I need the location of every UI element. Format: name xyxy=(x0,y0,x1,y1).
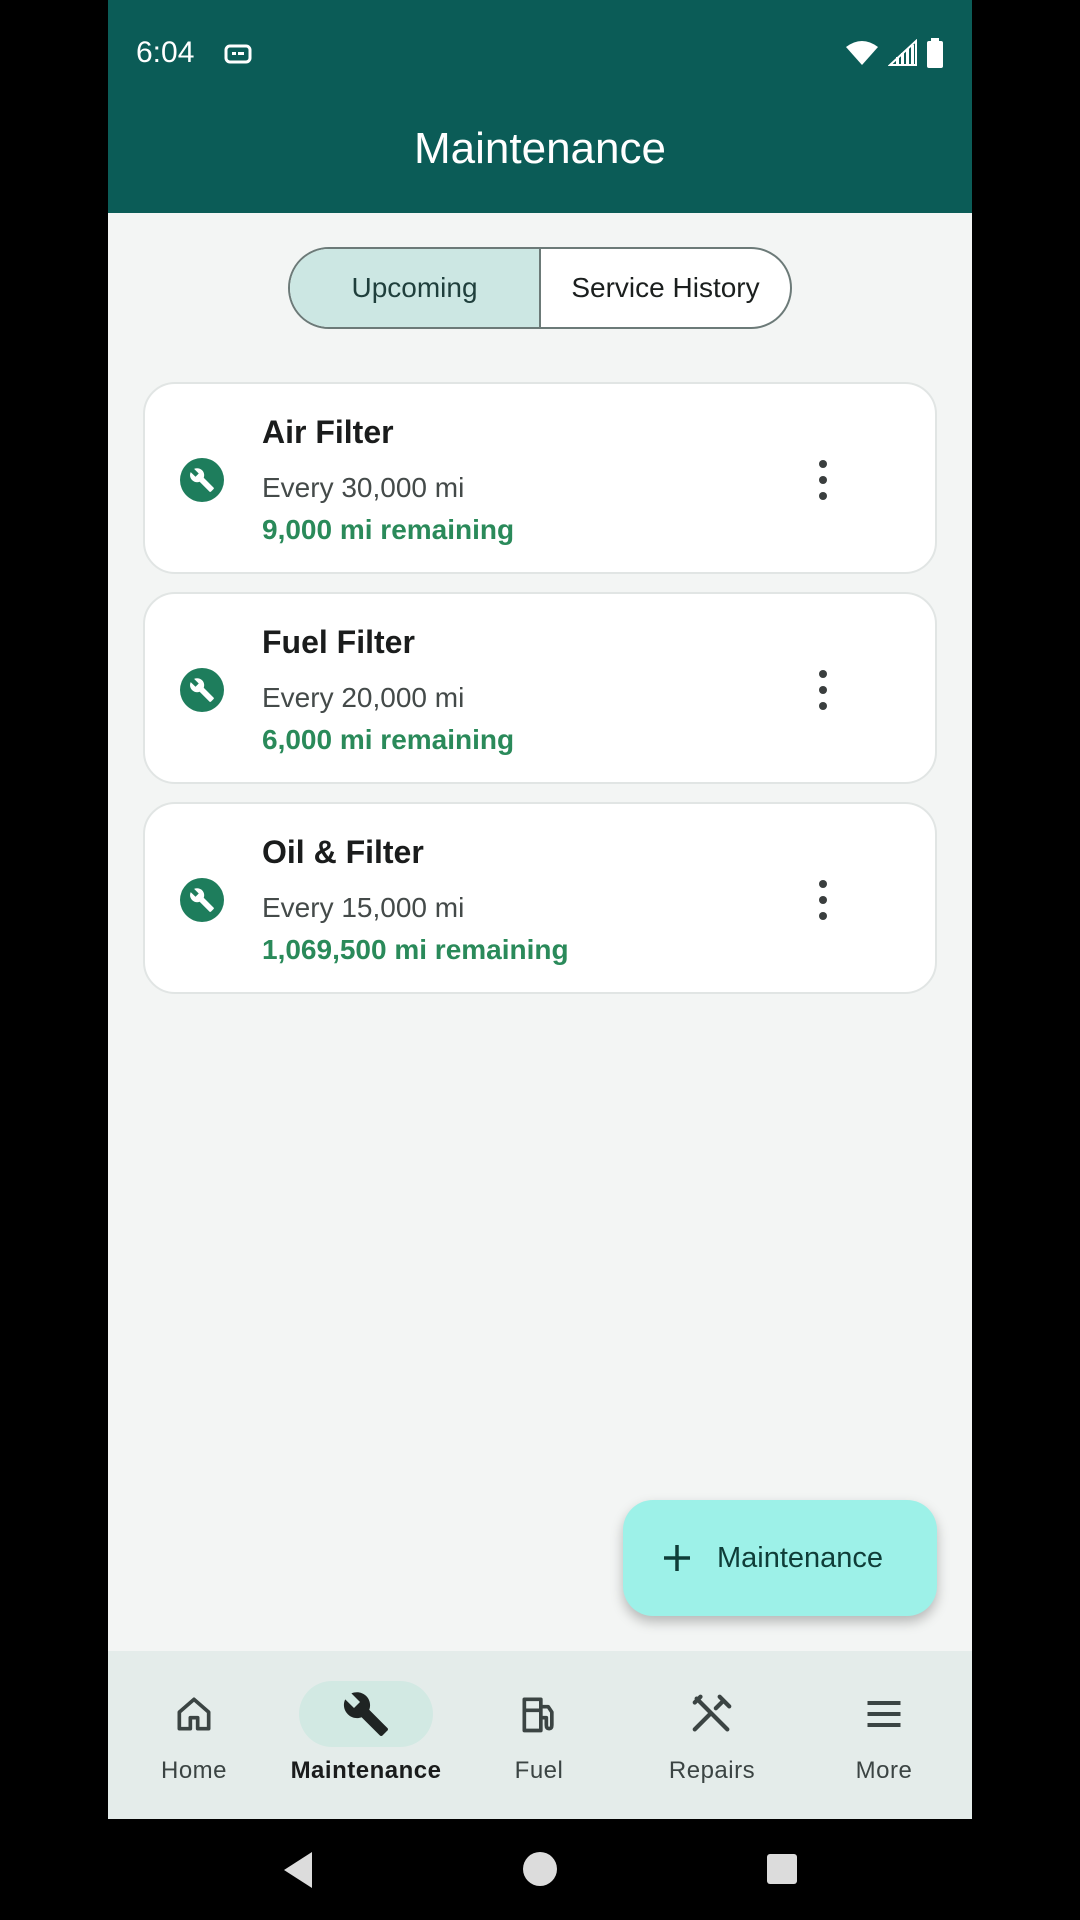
more-vert-icon[interactable] xyxy=(817,880,829,920)
recents-icon[interactable] xyxy=(766,1853,798,1885)
add-maintenance-fab[interactable]: Maintenance xyxy=(623,1500,937,1616)
bottom-navigation: Home Maintenance Fuel Repairs More xyxy=(108,1651,972,1819)
view-segmented-control: Upcoming Service History xyxy=(288,247,792,329)
signal-icon xyxy=(888,39,917,66)
segment-service-history[interactable]: Service History xyxy=(541,249,790,327)
item-name: Fuel Filter xyxy=(262,624,415,660)
nav-home[interactable]: Home xyxy=(108,1651,280,1819)
segment-upcoming[interactable]: Upcoming xyxy=(290,249,541,327)
item-interval: Every 20,000 mi xyxy=(262,682,465,713)
home-button-icon[interactable] xyxy=(522,1851,558,1887)
app-bar: 6:04 Maintenance xyxy=(108,0,972,213)
nav-more[interactable]: More xyxy=(798,1651,970,1819)
message-icon xyxy=(224,44,252,64)
maintenance-item-card[interactable]: Air Filter Every 30,000 mi 9,000 mi rema… xyxy=(143,382,937,574)
back-icon[interactable] xyxy=(280,1850,316,1890)
menu-icon xyxy=(867,1700,901,1728)
status-time: 6:04 xyxy=(136,36,195,69)
wrench-icon xyxy=(180,668,224,712)
item-name: Oil & Filter xyxy=(262,834,424,870)
wrench-icon xyxy=(343,1692,388,1736)
item-remaining: 1,069,500 mi remaining xyxy=(262,934,569,965)
system-navigation-bar xyxy=(108,1819,972,1920)
nav-label: Maintenance xyxy=(290,1757,442,1784)
nav-label: Fuel xyxy=(514,1757,564,1784)
nav-label: Home xyxy=(160,1757,228,1784)
more-vert-icon[interactable] xyxy=(817,460,829,500)
status-icons xyxy=(844,38,944,68)
wifi-icon xyxy=(846,41,878,65)
more-vert-icon[interactable] xyxy=(817,670,829,710)
nav-label: More xyxy=(855,1757,913,1784)
item-remaining: 6,000 mi remaining xyxy=(262,724,515,755)
fab-label: Maintenance xyxy=(717,1541,884,1574)
item-interval: Every 15,000 mi xyxy=(262,892,465,923)
fuel-pump-icon xyxy=(522,1697,554,1733)
home-icon xyxy=(177,1697,211,1731)
plus-icon xyxy=(664,1545,690,1571)
nav-fuel[interactable]: Fuel xyxy=(453,1651,625,1819)
maintenance-screen: 6:04 Maintenance Upcoming Service Histor… xyxy=(108,0,972,1920)
battery-icon xyxy=(927,38,943,68)
nav-label: Repairs xyxy=(668,1757,756,1784)
tools-icon xyxy=(692,1694,732,1732)
item-remaining: 9,000 mi remaining xyxy=(262,514,515,545)
wrench-icon xyxy=(180,878,224,922)
item-interval: Every 30,000 mi xyxy=(262,472,465,503)
nav-repairs[interactable]: Repairs xyxy=(626,1651,798,1819)
item-name: Air Filter xyxy=(262,414,394,450)
maintenance-item-card[interactable]: Fuel Filter Every 20,000 mi 6,000 mi rem… xyxy=(143,592,937,784)
page-title: Maintenance xyxy=(414,124,666,173)
maintenance-item-card[interactable]: Oil & Filter Every 15,000 mi 1,069,500 m… xyxy=(143,802,937,994)
nav-maintenance[interactable]: Maintenance xyxy=(280,1651,452,1819)
wrench-icon xyxy=(180,458,224,502)
